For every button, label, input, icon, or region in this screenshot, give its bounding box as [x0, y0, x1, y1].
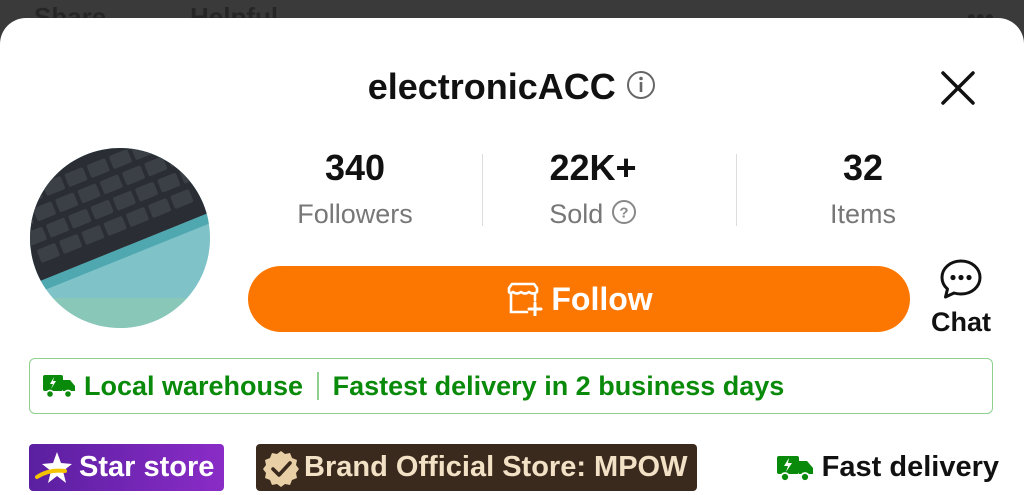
brand-official-label: Brand Official Store: MPOW	[304, 451, 688, 483]
sold-label-row: Sold ?	[478, 194, 708, 236]
warehouse-label: Local warehouse	[84, 370, 304, 401]
star-icon	[35, 449, 75, 487]
warehouse-divider	[317, 372, 319, 400]
store-plus-icon	[505, 282, 551, 316]
title-row: electronicACC	[0, 66, 1024, 108]
fast-delivery-label: Fast delivery	[821, 451, 999, 483]
items-count: 32	[842, 147, 884, 188]
svg-text:?: ?	[619, 204, 628, 221]
local-warehouse-banner[interactable]: Local warehouse Fastest delivery in 2 bu…	[29, 358, 993, 414]
stat-sold[interactable]: 22K+ Sold ?	[478, 146, 708, 236]
brand-official-badge[interactable]: Brand Official Store: MPOW	[256, 444, 698, 491]
close-icon[interactable]	[938, 68, 978, 108]
delivery-promise: Fastest delivery in 2 business days	[332, 370, 785, 401]
store-badges: Star store Brand Official Store: MPOW Fa…	[29, 444, 999, 492]
followers-label: Followers	[297, 199, 413, 229]
items-label: Items	[829, 199, 896, 229]
stat-followers[interactable]: 340 Followers	[240, 146, 470, 234]
chat-label: Chat	[931, 307, 991, 337]
truck-icon	[776, 453, 822, 483]
star-store-badge[interactable]: Star store	[29, 444, 225, 491]
star-store-label: Star store	[79, 451, 215, 483]
sold-label: Sold	[549, 199, 604, 229]
verified-badge-icon	[262, 449, 300, 487]
info-icon[interactable]	[626, 70, 656, 105]
followers-count: 340	[324, 147, 386, 188]
follow-button[interactable]: Follow	[248, 266, 910, 332]
fast-delivery-tag[interactable]: Fast delivery	[776, 444, 999, 491]
store-sheet: electronicACC 340 Followers 22K+ Sold ? …	[0, 18, 1024, 495]
chat-bubble-icon	[939, 259, 983, 304]
chat-button[interactable]: Chat	[922, 258, 1000, 338]
question-icon[interactable]: ?	[611, 196, 637, 236]
sold-count: 22K+	[549, 147, 637, 188]
store-stats: 340 Followers 22K+ Sold ? 32 Items	[232, 146, 917, 236]
stat-divider	[736, 154, 737, 226]
truck-icon	[42, 373, 76, 399]
follow-label: Follow	[551, 280, 653, 317]
store-name: electronicACC	[367, 66, 616, 107]
stat-items[interactable]: 32 Items	[748, 146, 978, 234]
store-avatar[interactable]	[30, 148, 210, 328]
